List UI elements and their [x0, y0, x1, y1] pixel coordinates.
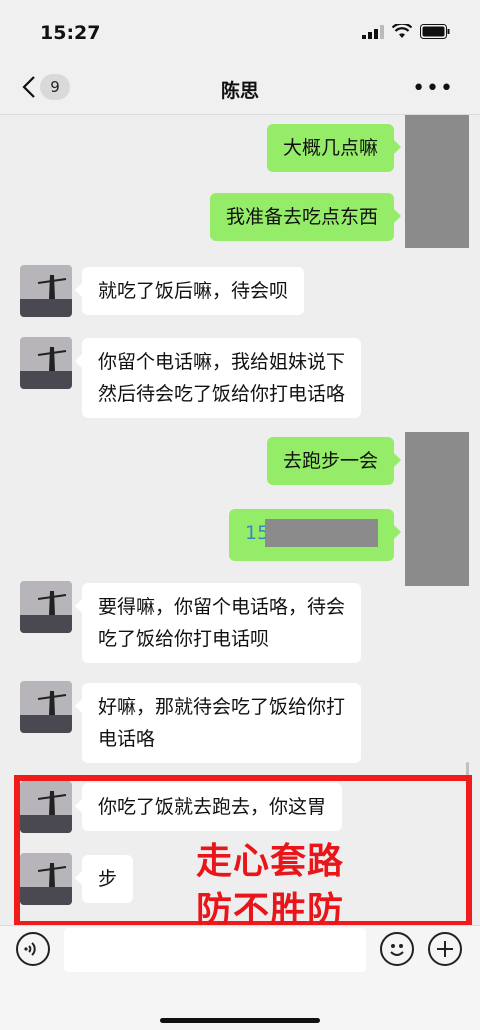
voice-input-button[interactable] — [16, 932, 50, 966]
message-bubble-sent[interactable]: 大概几点嘛 — [266, 124, 402, 172]
more-actions-button[interactable] — [428, 932, 462, 966]
avatar[interactable] — [20, 337, 72, 389]
message-bubble-sent[interactable]: 我准备去吃点东西 — [209, 193, 402, 241]
chat-title: 陈思 — [220, 80, 259, 102]
avatar[interactable] — [20, 265, 72, 317]
input-bar — [0, 925, 480, 1030]
overlay-caption-line1: 走心套路 — [196, 841, 345, 882]
message-text-line: 然后待会吃了饭给你打电话咯 — [98, 383, 346, 405]
emoji-button[interactable] — [380, 932, 414, 966]
message-text: 大概几点嘛 — [282, 137, 378, 159]
status-time: 15:27 — [40, 22, 101, 44]
message-text-line: 好嘛，那就待会吃了饭给你打 — [98, 696, 346, 718]
nav-bar: 9 陈思 ••• — [0, 60, 480, 115]
message-text-line: 要得嘛，你留个电话咯，待会 — [98, 596, 346, 618]
status-icons — [362, 24, 450, 39]
more-button[interactable]: ••• — [412, 76, 454, 101]
message-text-line: 你留个电话嘛，我给姐妹说下 — [98, 351, 346, 373]
message-bubble-sent[interactable]: 去跑步一会 — [266, 437, 402, 485]
message-text-line: 电话咯 — [98, 728, 156, 750]
avatar[interactable] — [20, 681, 72, 733]
message-bubble-received[interactable]: 好嘛，那就待会吃了饭给你打 电话咯 — [74, 683, 362, 763]
message-text: 去跑步一会 — [282, 450, 378, 472]
message-text-line: 吃了饭给你打电话呗 — [98, 628, 270, 650]
message-text: 我准备去吃点东西 — [225, 206, 378, 228]
battery-icon — [420, 24, 450, 39]
home-indicator — [160, 1018, 320, 1023]
smiley-icon — [390, 944, 404, 956]
voice-icon — [24, 942, 36, 956]
status-bar: 15:27 — [0, 0, 480, 60]
message-input[interactable] — [64, 928, 366, 972]
message-bubble-received[interactable]: 就吃了饭后嘛，待会呗 — [74, 267, 305, 315]
message-text: 就吃了饭后嘛，待会呗 — [98, 280, 289, 302]
redaction-block — [405, 432, 469, 586]
redaction-block — [265, 519, 378, 547]
signal-icon — [362, 24, 384, 39]
avatar[interactable] — [20, 581, 72, 633]
plus-icon — [437, 941, 453, 957]
message-bubble-received[interactable]: 你留个电话嘛，我给姐妹说下 然后待会吃了饭给你打电话咯 — [74, 338, 362, 418]
message-bubble-received[interactable]: 要得嘛，你留个电话咯，待会 吃了饭给你打电话呗 — [74, 583, 362, 663]
message-bubble-sent[interactable]: 15 — [229, 509, 401, 561]
redaction-block — [405, 115, 469, 248]
wifi-icon — [392, 24, 412, 38]
